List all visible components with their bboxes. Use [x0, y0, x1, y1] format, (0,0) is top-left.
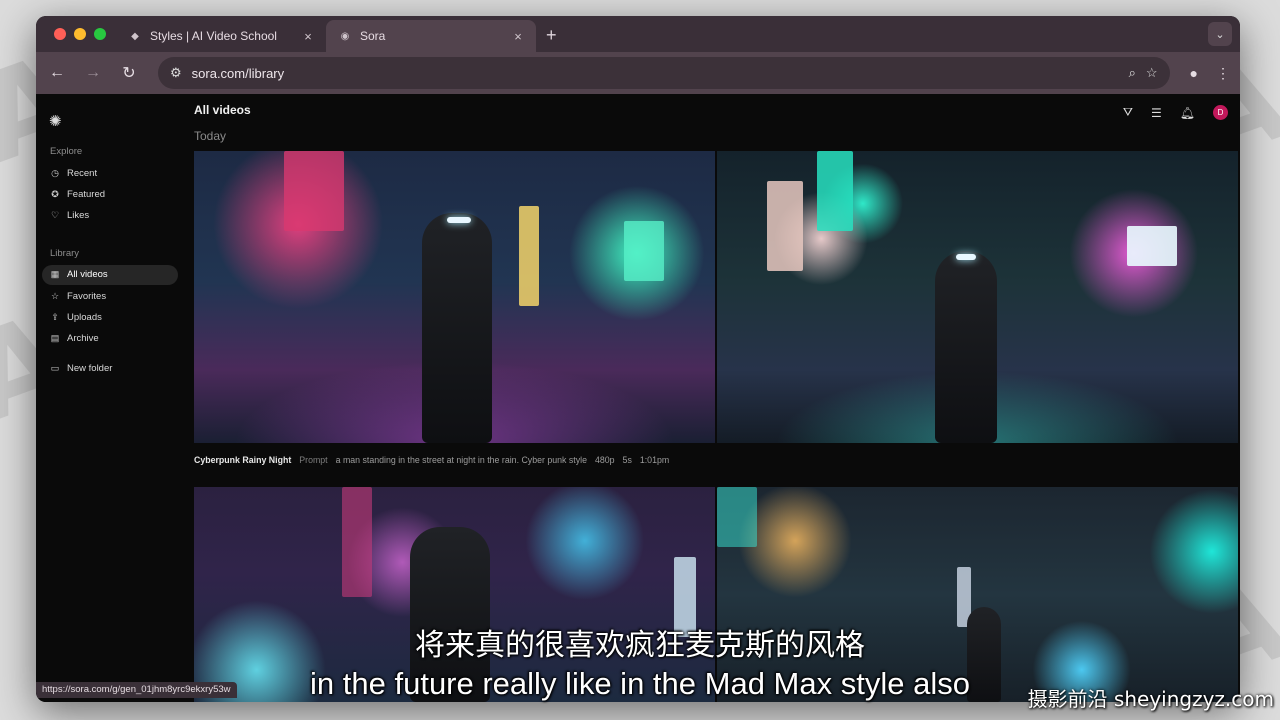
zoom-icon[interactable]: ⌕	[1129, 65, 1136, 81]
video-title[interactable]: Cyberpunk Rainy Night	[194, 455, 291, 465]
sidebar-item-likes[interactable]: ♡ Likes	[42, 206, 178, 226]
sidebar-item-all-videos[interactable]: ▦ All videos	[42, 264, 178, 285]
close-window-button[interactable]	[54, 28, 66, 40]
site-settings-icon[interactable]: ⚙	[170, 65, 182, 81]
duration: 5s	[622, 455, 632, 465]
profile-icon[interactable]: ●	[1190, 65, 1198, 82]
explore-section-label: Explore	[50, 146, 83, 157]
address-bar[interactable]: ⚙ sora.com/library ⌕ ☆	[158, 57, 1170, 89]
tab-close-icon[interactable]: ×	[300, 29, 316, 44]
created-time: 1:01pm	[639, 455, 670, 465]
star-badge-icon: ✪	[51, 188, 59, 199]
library-section-label: Library	[50, 247, 80, 259]
archive-icon: ▤	[50, 333, 60, 344]
person-figure	[422, 213, 492, 443]
new-tab-button[interactable]: +	[546, 25, 557, 46]
grid-icon: ▦	[50, 269, 60, 280]
new-folder-button[interactable]: ▭ New folder	[42, 359, 178, 379]
video-thumbnail[interactable]	[717, 151, 1238, 443]
openai-logo-icon[interactable]: ✺	[49, 112, 65, 130]
main-content: All videos Today ⛛ ☰ 🔔︎ D Cyberpunk Rain…	[194, 94, 1240, 702]
watermark: 摄影前沿 sheyingzyz.com	[1027, 687, 1274, 711]
maximize-window-button[interactable]	[94, 28, 106, 40]
folder-plus-icon: ▭	[50, 363, 60, 374]
sidebar-item-recent[interactable]: ◷ Recent	[42, 163, 178, 183]
new-folder-label: New folder	[67, 363, 113, 375]
window-controls	[54, 28, 106, 40]
tab-title: Styles | AI Video School	[150, 29, 277, 43]
tab-strip: ◆ Styles | AI Video School × ◉ Sora × + …	[36, 16, 1240, 52]
upload-icon: ⇪	[51, 312, 59, 323]
tab-search-chevron-icon[interactable]: ⌄	[1208, 22, 1232, 46]
prompt-text: a man standing in the street at night in…	[335, 455, 587, 465]
neon-sign	[1127, 226, 1177, 266]
back-arrow-icon[interactable]: ←	[46, 64, 68, 82]
more-menu-icon[interactable]: ⋮	[1216, 65, 1230, 82]
sidebar-item-label: Archive	[67, 333, 99, 345]
reload-icon[interactable]: ↻	[118, 63, 140, 83]
sidebar-item-label: Favorites	[67, 290, 107, 302]
subtitle-chinese: 将来真的很喜欢疯狂麦克斯的风格	[415, 628, 865, 663]
play-circle-icon: ◉	[340, 30, 350, 42]
vr-visor	[956, 254, 976, 260]
prompt-label: Prompt	[299, 455, 328, 465]
video-thumbnail[interactable]	[194, 151, 715, 443]
sidebar-item-archive[interactable]: ▤ Archive	[42, 329, 178, 349]
star-icon: ☆	[50, 290, 60, 301]
bookmark-star-icon[interactable]: ☆	[1146, 65, 1158, 81]
neon-sign	[767, 181, 803, 271]
tab-styles[interactable]: ◆ Styles | AI Video School ×	[116, 20, 326, 52]
sora-app: ✺ Explore ◷ Recent ✪ Featured ♡ Likes Li…	[36, 94, 1240, 702]
sidebar-item-favorites[interactable]: ☆ Favorites	[42, 286, 178, 306]
minimize-window-button[interactable]	[74, 28, 86, 40]
page-title: All videos	[194, 103, 251, 117]
tab-sora[interactable]: ◉ Sora ×	[326, 20, 536, 52]
filter-icon[interactable]: ⛛	[1123, 105, 1133, 120]
person-figure	[935, 251, 997, 443]
sidebar-item-label: Uploads	[67, 312, 102, 324]
neon-sign	[817, 151, 853, 231]
sidebar-item-featured[interactable]: ✪ Featured	[42, 184, 178, 204]
neon-sign	[717, 487, 757, 547]
browser-window: ◆ Styles | AI Video School × ◉ Sora × + …	[36, 16, 1240, 702]
list-view-icon[interactable]: ☰	[1151, 106, 1162, 120]
vr-visor	[447, 217, 471, 223]
video-caption: Cyberpunk Rainy Night Prompt a man stand…	[194, 455, 669, 465]
address-url[interactable]: sora.com/library	[192, 66, 1119, 81]
browser-toolbar: ← → ↻ ⚙ sora.com/library ⌕ ☆ ● ⋮	[36, 52, 1240, 94]
forward-arrow-icon[interactable]: →	[82, 64, 104, 82]
sidebar-item-label: Likes	[67, 210, 90, 222]
date-group-label: Today	[194, 129, 227, 143]
sidebar: ✺ Explore ◷ Recent ✪ Featured ♡ Likes Li…	[36, 94, 184, 702]
neon-sign	[519, 206, 539, 306]
resolution: 480p	[594, 455, 615, 465]
ai-vs-icon: ◆	[131, 30, 139, 42]
bell-icon[interactable]: 🔔︎	[1180, 106, 1195, 120]
sidebar-item-label: All videos	[67, 269, 108, 281]
sidebar-item-label: Featured	[67, 188, 106, 200]
top-actions: ⛛ ☰ 🔔︎ D	[1123, 105, 1228, 120]
avatar[interactable]: D	[1213, 105, 1228, 120]
sidebar-item-label: Recent	[67, 167, 98, 179]
sidebar-item-uploads[interactable]: ⇪ Uploads	[42, 308, 178, 328]
tab-title: Sora	[360, 29, 386, 43]
neon-sign	[624, 221, 664, 281]
tab-close-icon[interactable]: ×	[510, 29, 526, 44]
clock-icon: ◷	[51, 167, 59, 178]
neon-sign	[284, 151, 344, 231]
heart-icon: ♡	[50, 210, 60, 221]
neon-sign	[342, 487, 372, 597]
